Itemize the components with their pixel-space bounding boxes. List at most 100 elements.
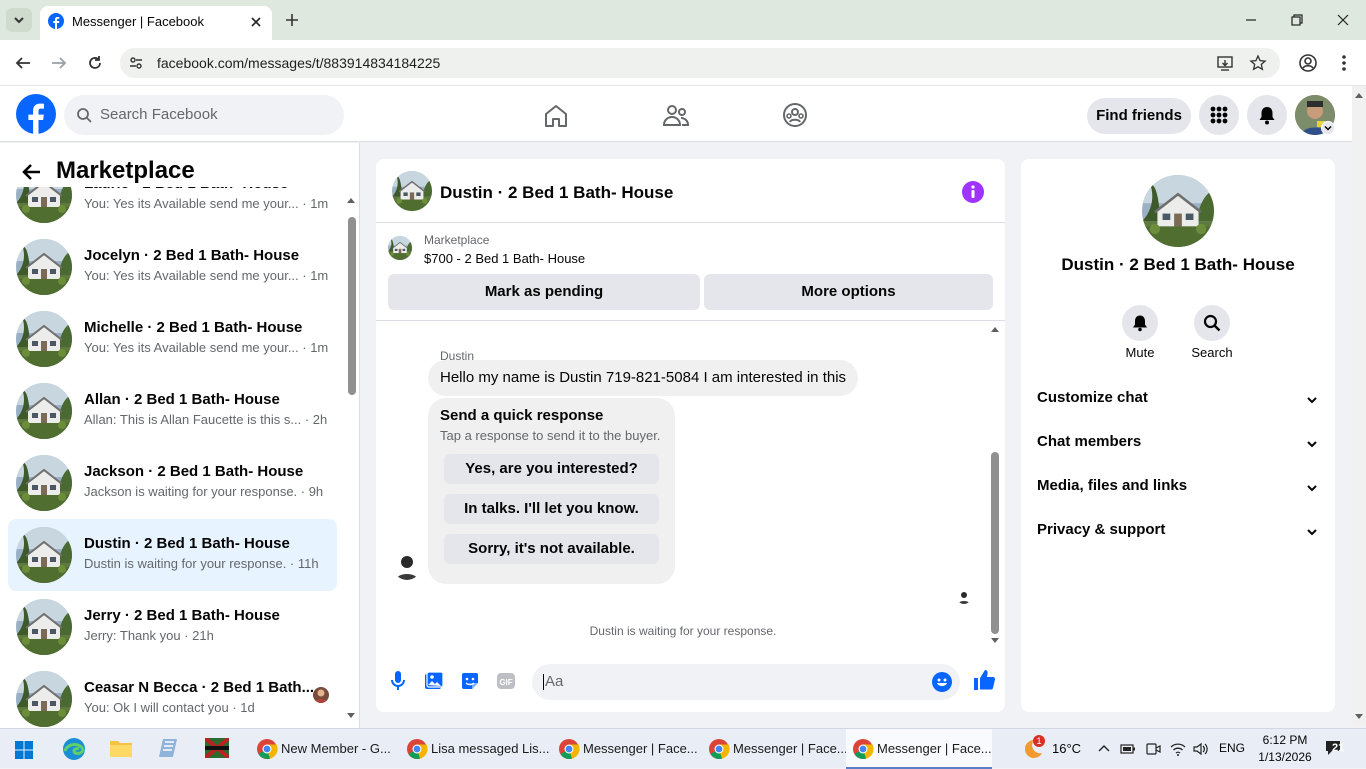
- conversation-item[interactable]: Michelle · 2 Bed 1 Bath- House You: Yes i…: [8, 303, 337, 375]
- wifi-icon[interactable]: [1169, 741, 1187, 757]
- weather-widget[interactable]: 1 16°C: [1020, 729, 1084, 769]
- site-info-icon[interactable]: [128, 55, 144, 71]
- home-icon[interactable]: [543, 103, 569, 129]
- gif-icon[interactable]: GIF: [496, 671, 516, 691]
- back-icon[interactable]: [14, 55, 32, 71]
- scroll-down-icon[interactable]: [1355, 714, 1363, 720]
- mute-button[interactable]: Mute: [1120, 305, 1160, 361]
- message-bubble[interactable]: Hello my name is Dustin 719-821-5084 I a…: [428, 360, 859, 396]
- details-section-customize-chat[interactable]: Customize chat: [1037, 389, 1319, 413]
- address-bar[interactable]: facebook.com/messages/t/883914834184225: [120, 48, 1280, 78]
- conversation-item[interactable]: Dustin · 2 Bed 1 Bath- House Dustin is wa…: [8, 519, 337, 591]
- chrome-icon: [257, 739, 278, 760]
- scrollbar-thumb[interactable]: [348, 217, 356, 395]
- more-options-button[interactable]: More options: [704, 274, 993, 310]
- account-menu-chevron[interactable]: [1321, 121, 1335, 135]
- clock[interactable]: 6:12 PM 1/13/2026: [1255, 732, 1315, 766]
- volume-icon[interactable]: [1192, 741, 1210, 757]
- photo-icon[interactable]: [424, 671, 444, 691]
- back-arrow-icon[interactable]: [22, 163, 42, 181]
- close-window-icon[interactable]: [1335, 12, 1351, 28]
- conversation-item[interactable]: Jackson · 2 Bed 1 Bath- House Jackson is …: [8, 447, 337, 519]
- conversation-preview: Jerry: Thank you · 21h: [84, 628, 214, 643]
- scroll-up-icon[interactable]: [991, 326, 999, 332]
- scrollbar-thumb[interactable]: [991, 452, 999, 634]
- clock-date: 1/13/2026: [1258, 750, 1312, 764]
- message-input[interactable]: Aa: [532, 664, 960, 700]
- thumbs-up-icon[interactable]: [973, 669, 995, 691]
- listing-source: Marketplace: [424, 233, 490, 247]
- taskbar-window-item[interactable]: Messenger | Face...: [846, 729, 992, 769]
- conversation-item[interactable]: Ceasar N Becca · 2 Bed 1 Bath... You: Ok …: [8, 663, 337, 728]
- chat-listing-thumbnail[interactable]: [392, 171, 432, 211]
- install-app-icon[interactable]: [1216, 54, 1234, 72]
- conversation-thumbnail: [16, 599, 72, 655]
- microphone-icon[interactable]: [390, 670, 406, 692]
- quick-response-button[interactable]: Sorry, it's not available.: [444, 534, 659, 564]
- conversation-thumbnail: [16, 527, 72, 583]
- edge-browser-icon[interactable]: [62, 737, 86, 761]
- scroll-up-icon[interactable]: [1355, 92, 1363, 98]
- conversation-item[interactable]: Allan · 2 Bed 1 Bath- House Allan: This i…: [8, 375, 337, 447]
- taskbar-window-item[interactable]: Messenger | Face...: [552, 729, 698, 769]
- mark-as-pending-button[interactable]: Mark as pending: [388, 274, 700, 310]
- details-section-privacy-support[interactable]: Privacy & support: [1037, 521, 1319, 545]
- conversation-list-scrollbar[interactable]: [344, 191, 358, 723]
- find-friends-button[interactable]: Find friends: [1087, 98, 1191, 134]
- details-listing-image[interactable]: [1142, 175, 1214, 247]
- conversation-item[interactable]: Jocelyn · 2 Bed 1 Bath- House You: Yes it…: [8, 231, 337, 303]
- new-tab-icon[interactable]: [284, 12, 300, 28]
- info-icon[interactable]: [962, 181, 984, 203]
- scroll-down-icon[interactable]: [347, 713, 355, 719]
- tab-search-button[interactable]: [6, 8, 32, 32]
- facebook-logo-icon[interactable]: [16, 94, 56, 134]
- conversation-item[interactable]: Laurie · 2 Bed 1 Bath- House You: Yes its…: [8, 187, 337, 231]
- listing-price-title[interactable]: $700 - 2 Bed 1 Bath- House: [424, 251, 585, 266]
- section-label: Chat members: [1037, 433, 1142, 450]
- details-section-media-files-and-links[interactable]: Media, files and links: [1037, 477, 1319, 501]
- quick-response-button[interactable]: Yes, are you interested?: [444, 454, 659, 484]
- camera-icon[interactable]: [1145, 741, 1161, 757]
- browser-tab-active[interactable]: Messenger | Facebook: [40, 6, 272, 40]
- section-label: Customize chat: [1037, 389, 1148, 406]
- taskbar-window-item[interactable]: Messenger | Face...: [702, 729, 848, 769]
- forward-icon[interactable]: [50, 55, 68, 71]
- windows-taskbar: New Member - G... Lisa messaged Lis... Mes…: [0, 728, 1366, 769]
- notification-center[interactable]: 21: [1324, 739, 1348, 759]
- search-in-chat-button[interactable]: Search: [1191, 305, 1233, 361]
- minimize-icon[interactable]: [1243, 12, 1259, 28]
- page-scrollbar[interactable]: [1352, 86, 1366, 726]
- scroll-down-icon[interactable]: [991, 638, 999, 644]
- reload-icon[interactable]: [86, 54, 104, 72]
- scroll-up-icon[interactable]: [347, 197, 355, 203]
- search-facebook-field[interactable]: Search Facebook: [64, 95, 344, 135]
- taskbar-window-item[interactable]: New Member - G...: [250, 729, 391, 769]
- notifications-button[interactable]: [1247, 95, 1287, 135]
- app-flag-icon[interactable]: [205, 738, 229, 758]
- friends-icon[interactable]: [662, 103, 690, 129]
- emoji-icon[interactable]: [932, 672, 952, 692]
- sticker-icon[interactable]: [460, 671, 480, 691]
- groups-icon[interactable]: [782, 102, 808, 128]
- taskbar-window-item[interactable]: Lisa messaged Lis...: [400, 729, 550, 769]
- profile-icon[interactable]: [1298, 53, 1318, 73]
- file-explorer-icon[interactable]: [109, 737, 133, 759]
- bookmark-star-icon[interactable]: [1249, 54, 1267, 72]
- menu-button[interactable]: [1199, 95, 1239, 135]
- show-hidden-icons-icon[interactable]: [1098, 743, 1110, 753]
- thread-scrollbar[interactable]: [988, 322, 1002, 648]
- conversation-item[interactable]: Jerry · 2 Bed 1 Bath- House Jerry: Thank …: [8, 591, 337, 663]
- listing-thumbnail[interactable]: [388, 236, 412, 260]
- chevron-down-icon: [1307, 529, 1317, 536]
- quick-response-button[interactable]: In talks. I'll let you know.: [444, 494, 659, 524]
- restore-icon[interactable]: [1289, 12, 1305, 28]
- close-tab-icon[interactable]: [248, 14, 264, 30]
- windows-start-icon[interactable]: [15, 741, 33, 759]
- browser-menu-icon[interactable]: [1336, 53, 1352, 73]
- language-indicator[interactable]: ENG: [1219, 741, 1245, 755]
- details-section-chat-members[interactable]: Chat members: [1037, 433, 1319, 457]
- battery-icon[interactable]: [1120, 742, 1136, 756]
- chrome-icon: [407, 739, 428, 760]
- app-icon[interactable]: [157, 737, 181, 759]
- chat-title[interactable]: Dustin · 2 Bed 1 Bath- House: [440, 183, 673, 203]
